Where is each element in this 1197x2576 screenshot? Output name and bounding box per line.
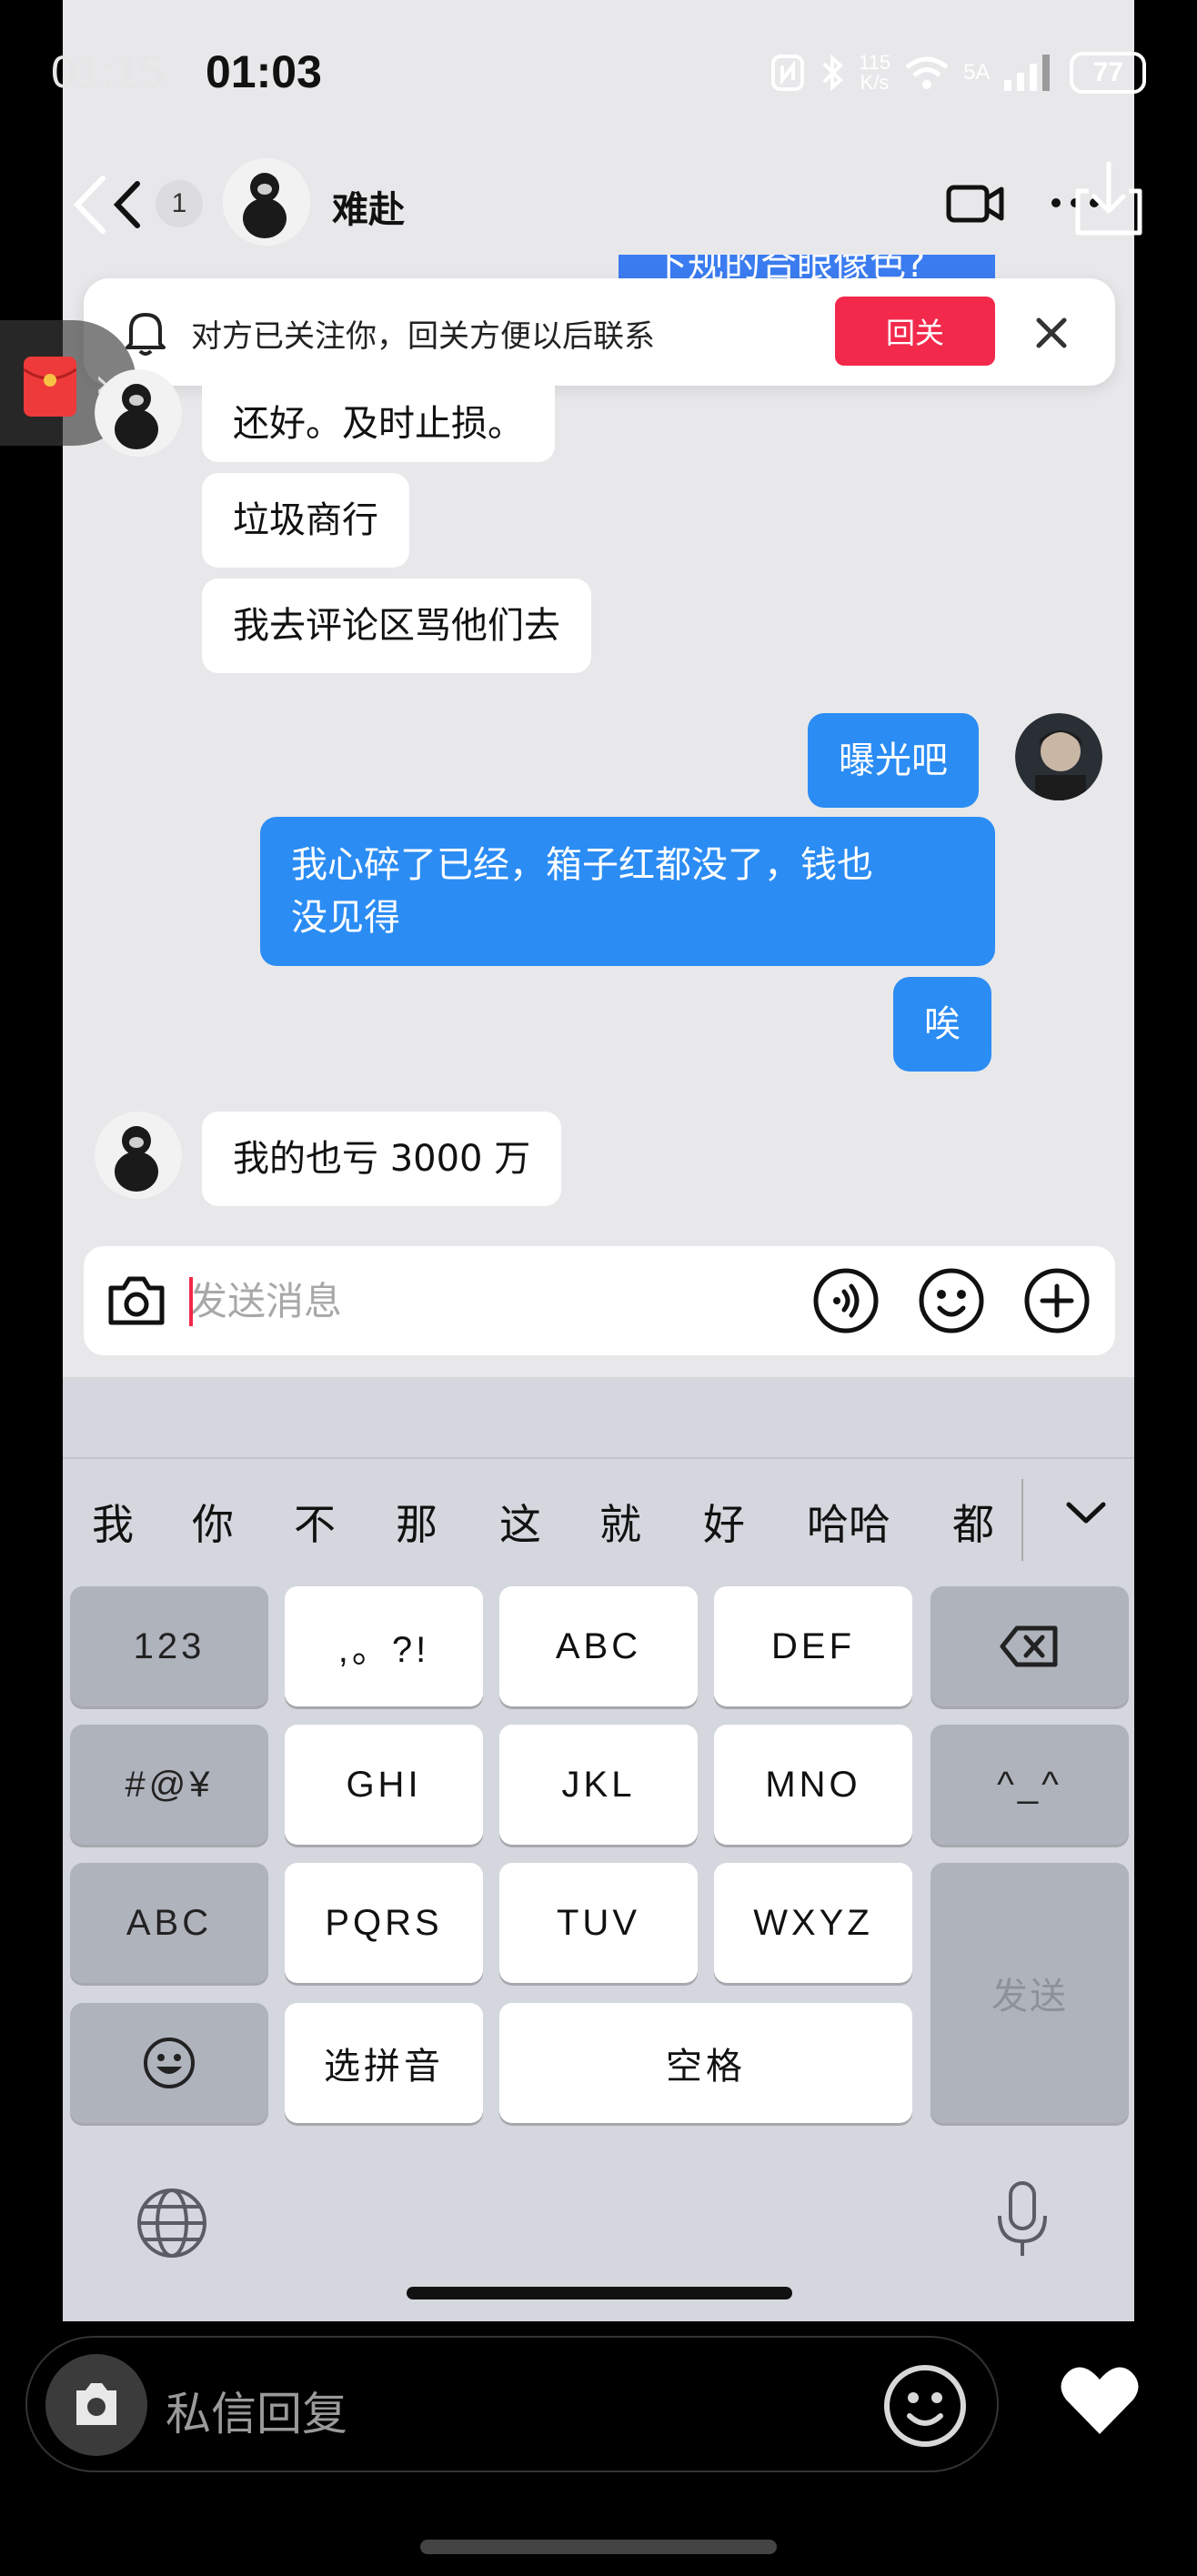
wifi-icon (905, 56, 949, 89)
dm-reply-bar[interactable]: 私信回复 (25, 2336, 999, 2472)
status-icons: 115 K/s 5A 77 (770, 49, 1147, 96)
key-ghi[interactable]: GHI (285, 1725, 483, 1845)
text-cursor (189, 1277, 193, 1326)
back-icon[interactable] (70, 173, 152, 236)
key-pqrs[interactable]: PQRS (285, 1863, 483, 1983)
unread-badge: 1 (156, 180, 203, 227)
candidate-word[interactable]: 那 (396, 1492, 438, 1552)
avatar[interactable] (95, 1112, 182, 1199)
follow-banner-text: 对方已关注你，回关方便以后联系 (191, 318, 655, 355)
contact-avatar[interactable] (223, 158, 310, 246)
key-punct[interactable]: ,。?! (285, 1586, 483, 1706)
outer-clock: 01:15 (51, 46, 166, 97)
key-abc-switch[interactable]: ABC (70, 1863, 268, 1983)
key-kaomoji[interactable]: ^_^ (930, 1725, 1129, 1845)
message-bubble[interactable]: 我的也亏 3000 万 (202, 1112, 562, 1206)
keyboard: 我 你 不 那 这 就 好 哈哈 都 123 ,。?! ABC DEF #@¥ … (63, 1377, 1134, 2321)
candidate-word[interactable]: 你 (192, 1492, 234, 1552)
voice-icon[interactable] (811, 1266, 880, 1335)
chevron-down-icon[interactable] (1058, 1490, 1114, 1535)
smiley-icon (144, 2038, 195, 2088)
key-wxyz[interactable]: WXYZ (714, 1863, 912, 1983)
candidate-word[interactable]: 这 (499, 1492, 541, 1552)
chat-header: 1 难赴 (63, 146, 1142, 264)
download-icon[interactable] (1071, 158, 1147, 240)
follow-banner: 对方已关注你，回关方便以后联系 回关 (84, 278, 1115, 386)
key-def[interactable]: DEF (714, 1586, 912, 1706)
my-avatar[interactable] (1015, 713, 1102, 800)
camera-icon[interactable] (104, 1268, 169, 1333)
key-abc[interactable]: ABC (499, 1586, 698, 1706)
emoji-icon[interactable] (917, 1266, 986, 1335)
message-line: 没见得 (291, 897, 400, 939)
avatar[interactable] (95, 369, 182, 457)
message-bubble[interactable]: 曝光吧 (808, 713, 979, 808)
candidate-word[interactable]: 好 (703, 1492, 745, 1552)
key-pinyin[interactable]: 选拼音 (285, 2003, 483, 2123)
home-indicator (407, 2287, 792, 2299)
bluetooth-icon (822, 54, 843, 92)
candidate-word[interactable]: 就 (599, 1492, 641, 1552)
candidate-divider (1021, 1479, 1023, 1561)
message-input[interactable] (189, 1266, 844, 1335)
globe-icon[interactable] (134, 2185, 210, 2261)
send-key[interactable]: 发送 (930, 1863, 1129, 2123)
key-mno[interactable]: MNO (714, 1725, 912, 1845)
microphone-icon[interactable] (991, 2179, 1054, 2261)
key-jkl[interactable]: JKL (499, 1725, 698, 1845)
message-bubble[interactable]: 垃圾商行 (202, 473, 409, 568)
message-bubble[interactable]: 我心碎了已经，箱子红都没了，钱也 没见得 (260, 817, 995, 966)
camera-icon (76, 2383, 116, 2425)
inner-clock: 01:03 (206, 46, 322, 97)
contact-name[interactable]: 难赴 (332, 180, 405, 233)
network-type: 5A (963, 60, 991, 85)
net-speed: 115 K/s (859, 51, 891, 94)
emoji-icon[interactable] (880, 2361, 970, 2450)
bell-icon (126, 313, 166, 356)
message-line: 我心碎了已经，箱子红都没了，钱也 (291, 844, 873, 886)
camera-button[interactable] (45, 2354, 147, 2456)
follow-back-button[interactable]: 回关 (835, 297, 995, 366)
space-key[interactable]: 空格 (499, 2003, 912, 2123)
backspace-key[interactable] (930, 1586, 1129, 1706)
candidate-bar: 我 你 不 那 这 就 好 哈哈 都 (63, 1457, 1134, 1561)
candidate-word[interactable]: 我 (92, 1492, 134, 1552)
nfc-icon (771, 55, 804, 91)
message-bubble[interactable]: 唉 (893, 977, 991, 1072)
battery-icon: 77 (1070, 52, 1147, 94)
key-symbols[interactable]: #@¥ (70, 1725, 268, 1845)
dm-reply-placeholder: 私信回复 (166, 2388, 347, 2440)
candidate-word[interactable]: 哈哈 (807, 1492, 890, 1552)
signal-icon (1004, 55, 1051, 91)
close-icon[interactable] (1028, 309, 1075, 357)
emoji-key[interactable] (70, 2003, 268, 2123)
message-bubble[interactable]: 我去评论区骂他们去 (202, 579, 591, 673)
heart-icon[interactable] (1059, 2361, 1141, 2438)
video-call-icon[interactable] (943, 171, 1007, 235)
key-tuv[interactable]: TUV (499, 1863, 698, 1983)
candidate-word[interactable]: 不 (294, 1492, 336, 1552)
candidate-word[interactable]: 都 (952, 1492, 994, 1552)
red-envelope-icon (23, 357, 77, 417)
message-input-bar (84, 1246, 1115, 1355)
key-123[interactable]: 123 (70, 1586, 268, 1706)
message-bubble[interactable]: 还好。及时止损。 (202, 386, 555, 462)
status-bar: 01:15 01:03 115 K/s 5A 77 (0, 0, 1197, 146)
plus-icon[interactable] (1022, 1266, 1091, 1335)
backspace-icon (1000, 1625, 1058, 1667)
home-indicator (420, 2540, 777, 2554)
